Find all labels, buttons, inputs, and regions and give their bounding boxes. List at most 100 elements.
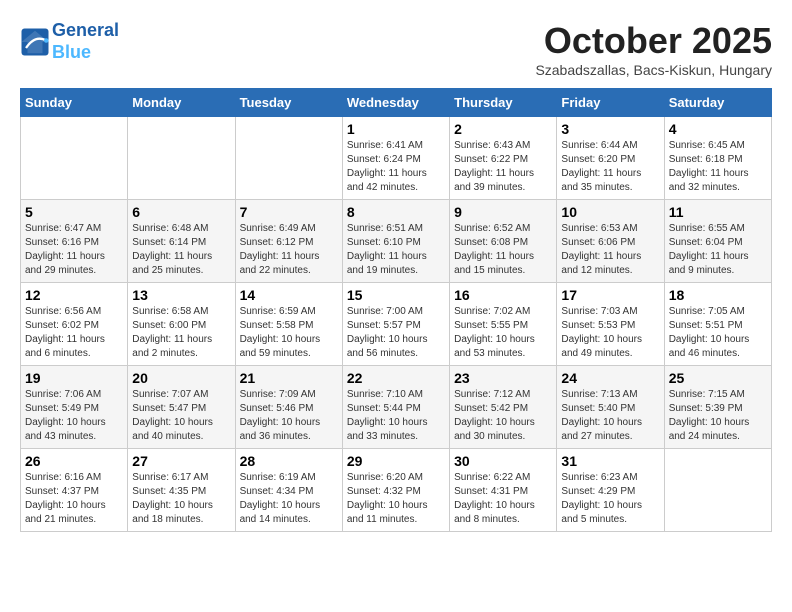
logo-text: General Blue (52, 20, 119, 63)
day-info: Sunrise: 6:58 AM Sunset: 6:00 PM Dayligh… (132, 305, 230, 361)
day-info: Sunrise: 7:03 AM Sunset: 5:53 PM Dayligh… (561, 305, 659, 361)
table-row (21, 117, 128, 200)
table-row: 5 Sunrise: 6:47 AM Sunset: 6:16 PM Daylig… (21, 200, 128, 283)
calendar-week-3: 12Sunrise: 6:56 AM Sunset: 6:02 PM Dayli… (21, 283, 772, 366)
day-info: Sunrise: 7:10 AM Sunset: 5:44 PM Dayligh… (347, 388, 445, 444)
day-info: Sunrise: 7:13 AM Sunset: 5:40 PM Dayligh… (561, 388, 659, 444)
calendar-week-4: 19 Sunrise: 7:06 AM Sunset: 5:49 PM Dayli… (21, 366, 772, 449)
day-number: 20 (132, 370, 230, 386)
day-number: 24 (561, 370, 659, 386)
table-row: 16Sunrise: 7:02 AM Sunset: 5:55 PM Dayli… (450, 283, 557, 366)
table-row: 2 Sunrise: 6:43 AM Sunset: 6:22 PM Daylig… (450, 117, 557, 200)
calendar-table: Sunday Monday Tuesday Wednesday Thursday… (20, 88, 772, 532)
day-number: 9 (454, 204, 552, 220)
day-number: 6 (132, 204, 230, 220)
table-row: 12Sunrise: 6:56 AM Sunset: 6:02 PM Dayli… (21, 283, 128, 366)
table-row (128, 117, 235, 200)
day-number: 21 (240, 370, 338, 386)
day-info: Sunrise: 6:49 AM Sunset: 6:12 PM Dayligh… (240, 222, 338, 278)
table-row: 26Sunrise: 6:16 AM Sunset: 4:37 PM Dayli… (21, 449, 128, 532)
col-monday: Monday (128, 89, 235, 117)
day-info: Sunrise: 7:06 AM Sunset: 5:49 PM Dayligh… (25, 388, 123, 444)
day-number: 23 (454, 370, 552, 386)
table-row: 13 Sunrise: 6:58 AM Sunset: 6:00 PM Dayli… (128, 283, 235, 366)
day-info: Sunrise: 6:16 AM Sunset: 4:37 PM Dayligh… (25, 471, 123, 527)
day-number: 13 (132, 287, 230, 303)
day-info: Sunrise: 6:41 AM Sunset: 6:24 PM Dayligh… (347, 139, 445, 195)
table-row: 18 Sunrise: 7:05 AM Sunset: 5:51 PM Dayli… (664, 283, 771, 366)
table-row (235, 117, 342, 200)
calendar-week-2: 5 Sunrise: 6:47 AM Sunset: 6:16 PM Daylig… (21, 200, 772, 283)
day-info: Sunrise: 6:22 AM Sunset: 4:31 PM Dayligh… (454, 471, 552, 527)
table-row: 11 Sunrise: 6:55 AM Sunset: 6:04 PM Dayli… (664, 200, 771, 283)
month-title: October 2025 (535, 20, 772, 62)
day-info: Sunrise: 6:17 AM Sunset: 4:35 PM Dayligh… (132, 471, 230, 527)
calendar-week-5: 26Sunrise: 6:16 AM Sunset: 4:37 PM Dayli… (21, 449, 772, 532)
day-info: Sunrise: 6:59 AM Sunset: 5:58 PM Dayligh… (240, 305, 338, 361)
day-number: 11 (669, 204, 767, 220)
table-row: 21 Sunrise: 7:09 AM Sunset: 5:46 PM Dayli… (235, 366, 342, 449)
day-info: Sunrise: 6:47 AM Sunset: 6:16 PM Dayligh… (25, 222, 123, 278)
col-thursday: Thursday (450, 89, 557, 117)
table-row: 23 Sunrise: 7:12 AM Sunset: 5:42 PM Dayli… (450, 366, 557, 449)
table-row: 17 Sunrise: 7:03 AM Sunset: 5:53 PM Dayli… (557, 283, 664, 366)
day-number: 29 (347, 453, 445, 469)
location-subtitle: Szabadszallas, Bacs-Kiskun, Hungary (535, 62, 772, 78)
col-wednesday: Wednesday (342, 89, 449, 117)
logo-icon (20, 27, 50, 57)
table-row: 29 Sunrise: 6:20 AM Sunset: 4:32 PM Dayli… (342, 449, 449, 532)
day-info: Sunrise: 6:20 AM Sunset: 4:32 PM Dayligh… (347, 471, 445, 527)
day-number: 31 (561, 453, 659, 469)
table-row: 24 Sunrise: 7:13 AM Sunset: 5:40 PM Dayli… (557, 366, 664, 449)
table-row: 20Sunrise: 7:07 AM Sunset: 5:47 PM Dayli… (128, 366, 235, 449)
page-header: General Blue October 2025 Szabadszallas,… (20, 20, 772, 78)
table-row: 14Sunrise: 6:59 AM Sunset: 5:58 PM Dayli… (235, 283, 342, 366)
logo: General Blue (20, 20, 119, 63)
col-friday: Friday (557, 89, 664, 117)
day-info: Sunrise: 6:45 AM Sunset: 6:18 PM Dayligh… (669, 139, 767, 195)
col-tuesday: Tuesday (235, 89, 342, 117)
day-number: 3 (561, 121, 659, 137)
table-row: 30 Sunrise: 6:22 AM Sunset: 4:31 PM Dayli… (450, 449, 557, 532)
day-info: Sunrise: 6:51 AM Sunset: 6:10 PM Dayligh… (347, 222, 445, 278)
table-row: 22Sunrise: 7:10 AM Sunset: 5:44 PM Dayli… (342, 366, 449, 449)
table-row: 28Sunrise: 6:19 AM Sunset: 4:34 PM Dayli… (235, 449, 342, 532)
day-info: Sunrise: 6:44 AM Sunset: 6:20 PM Dayligh… (561, 139, 659, 195)
col-sunday: Sunday (21, 89, 128, 117)
day-number: 1 (347, 121, 445, 137)
day-number: 16 (454, 287, 552, 303)
table-row: 9Sunrise: 6:52 AM Sunset: 6:08 PM Daylig… (450, 200, 557, 283)
table-row: 31 Sunrise: 6:23 AM Sunset: 4:29 PM Dayli… (557, 449, 664, 532)
col-saturday: Saturday (664, 89, 771, 117)
day-info: Sunrise: 7:09 AM Sunset: 5:46 PM Dayligh… (240, 388, 338, 444)
day-number: 18 (669, 287, 767, 303)
table-row: 8 Sunrise: 6:51 AM Sunset: 6:10 PM Daylig… (342, 200, 449, 283)
day-number: 25 (669, 370, 767, 386)
day-number: 28 (240, 453, 338, 469)
title-block: October 2025 Szabadszallas, Bacs-Kiskun,… (535, 20, 772, 78)
table-row: 10Sunrise: 6:53 AM Sunset: 6:06 PM Dayli… (557, 200, 664, 283)
day-number: 30 (454, 453, 552, 469)
day-info: Sunrise: 7:00 AM Sunset: 5:57 PM Dayligh… (347, 305, 445, 361)
day-number: 8 (347, 204, 445, 220)
day-number: 19 (25, 370, 123, 386)
day-number: 12 (25, 287, 123, 303)
day-number: 7 (240, 204, 338, 220)
day-info: Sunrise: 7:12 AM Sunset: 5:42 PM Dayligh… (454, 388, 552, 444)
day-info: Sunrise: 6:55 AM Sunset: 6:04 PM Dayligh… (669, 222, 767, 278)
day-number: 15 (347, 287, 445, 303)
day-info: Sunrise: 6:48 AM Sunset: 6:14 PM Dayligh… (132, 222, 230, 278)
day-info: Sunrise: 7:05 AM Sunset: 5:51 PM Dayligh… (669, 305, 767, 361)
day-info: Sunrise: 6:43 AM Sunset: 6:22 PM Dayligh… (454, 139, 552, 195)
table-row: 19 Sunrise: 7:06 AM Sunset: 5:49 PM Dayli… (21, 366, 128, 449)
day-number: 5 (25, 204, 123, 220)
day-number: 10 (561, 204, 659, 220)
table-row: 6 Sunrise: 6:48 AM Sunset: 6:14 PM Daylig… (128, 200, 235, 283)
calendar-week-1: 1 Sunrise: 6:41 AM Sunset: 6:24 PM Daylig… (21, 117, 772, 200)
day-number: 17 (561, 287, 659, 303)
table-row (664, 449, 771, 532)
day-number: 2 (454, 121, 552, 137)
table-row: 4Sunrise: 6:45 AM Sunset: 6:18 PM Daylig… (664, 117, 771, 200)
header-row: Sunday Monday Tuesday Wednesday Thursday… (21, 89, 772, 117)
day-info: Sunrise: 6:23 AM Sunset: 4:29 PM Dayligh… (561, 471, 659, 527)
